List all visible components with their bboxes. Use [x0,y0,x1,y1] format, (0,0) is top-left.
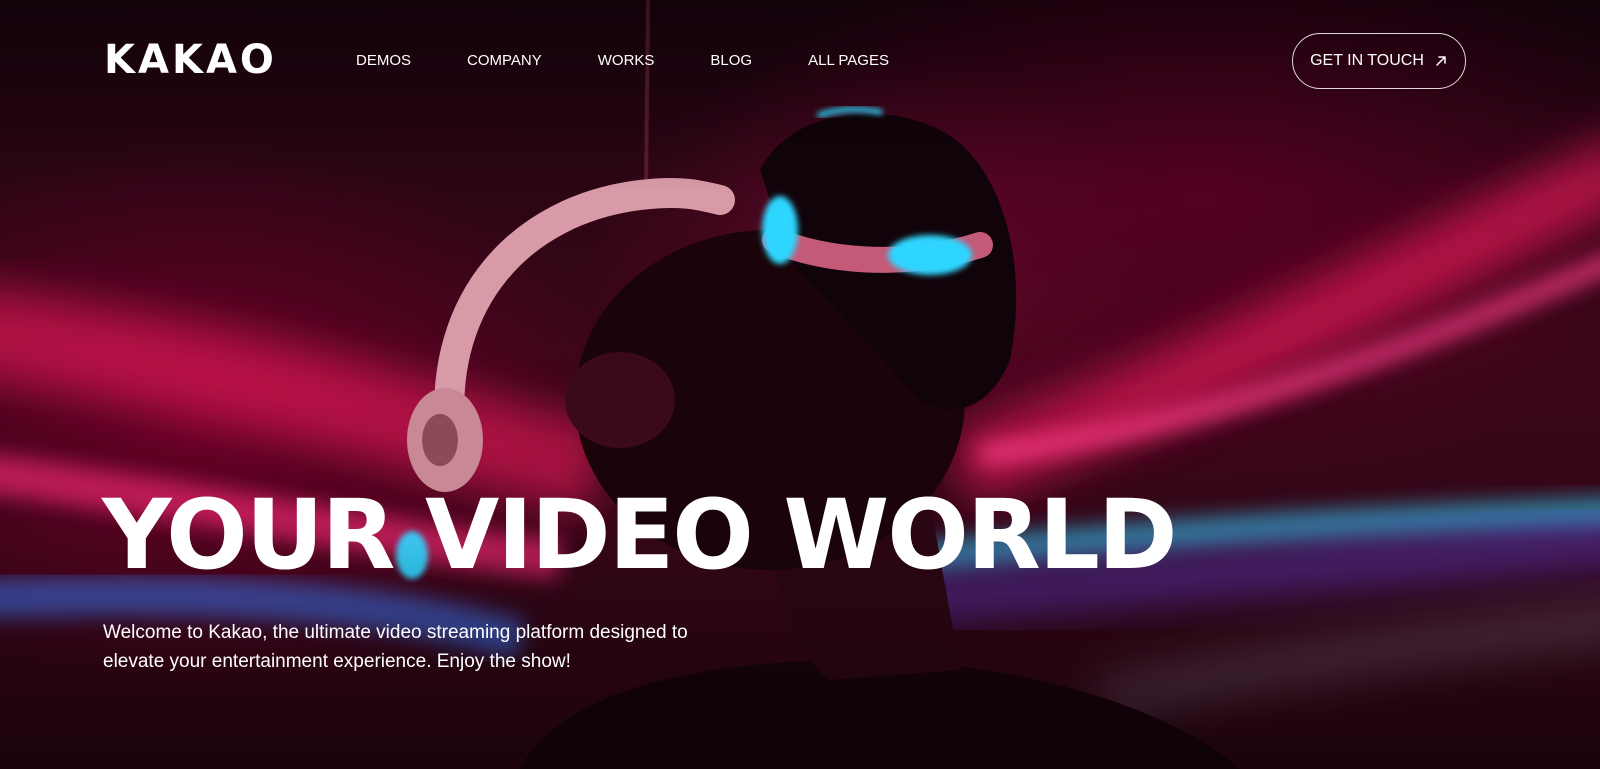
hero-section: KAKAO DEMOS COMPANY WORKS BLOG ALL PAGES… [0,0,1600,769]
hero-subtitle: Welcome to Kakao, the ultimate video str… [103,622,688,672]
nav-item-blog[interactable]: BLOG [710,50,752,72]
brand-logo[interactable]: KAKAO [104,36,277,84]
site-header: KAKAO DEMOS COMPANY WORKS BLOG ALL PAGES… [0,0,1600,122]
nav-item-demos[interactable]: DEMOS [356,50,411,72]
hero-title: YOUR VIDEO WORLD [102,479,1178,591]
nav-item-company[interactable]: COMPANY [467,50,542,72]
nav-item-works[interactable]: WORKS [598,50,655,72]
main-nav: DEMOS COMPANY WORKS BLOG ALL PAGES [356,50,945,72]
nav-item-all-pages[interactable]: ALL PAGES [808,50,889,72]
arrow-up-right-icon [1436,56,1446,66]
get-in-touch-label: GET IN TOUCH [1310,52,1424,69]
get-in-touch-button[interactable]: GET IN TOUCH [1292,33,1466,89]
